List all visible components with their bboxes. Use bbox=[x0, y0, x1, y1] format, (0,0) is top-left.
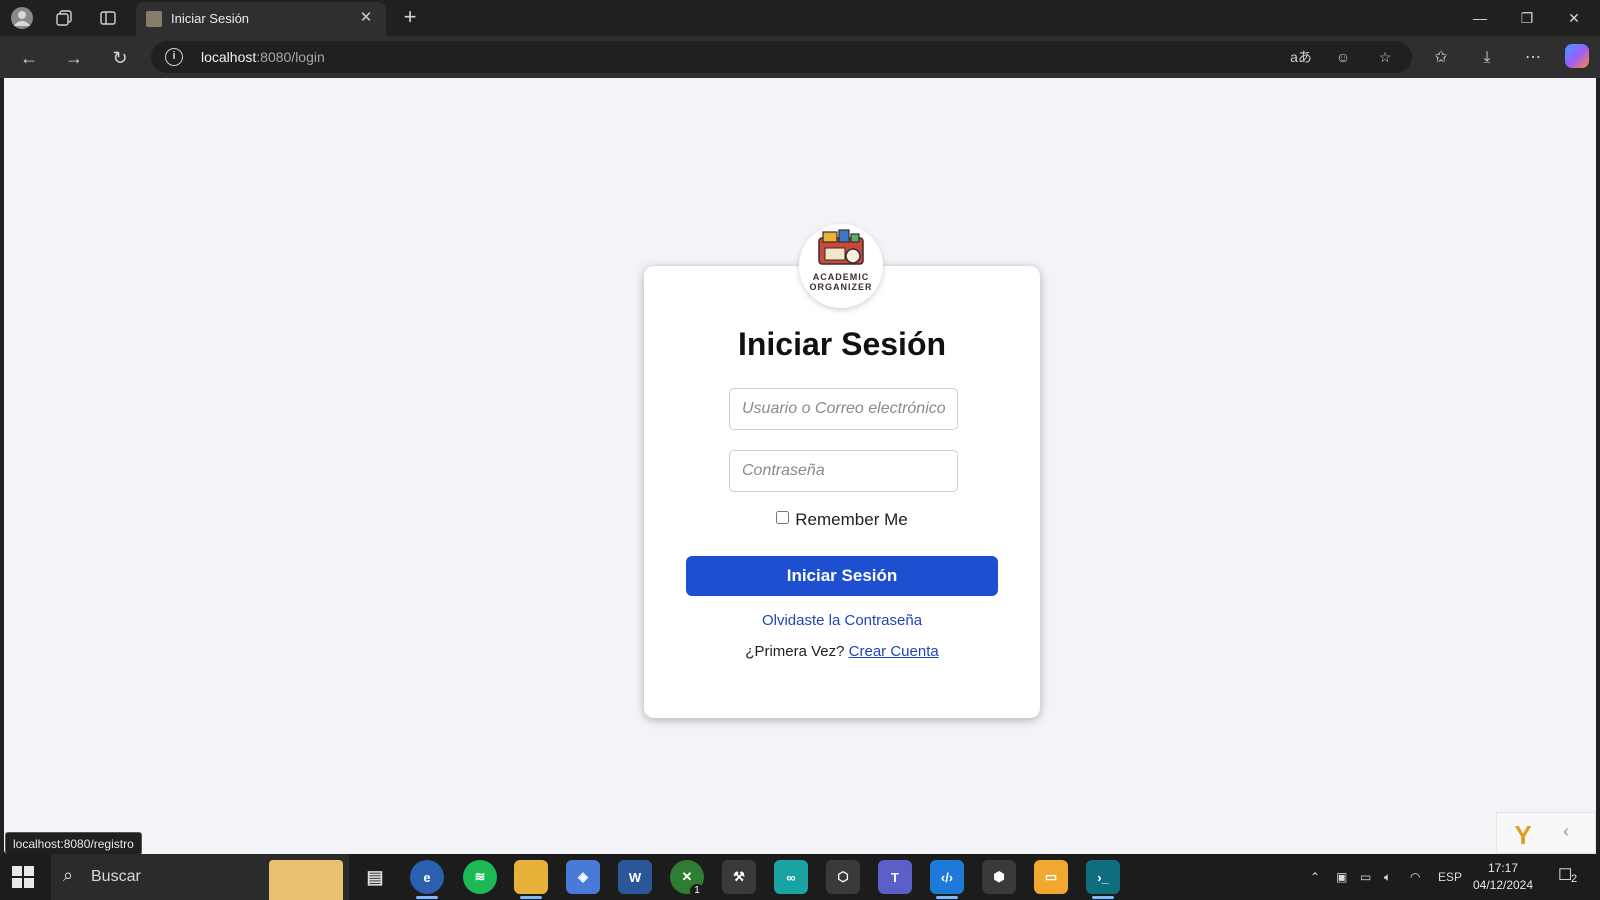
forward-button[interactable]: → bbox=[60, 44, 88, 72]
logo-text-line1: ACADEMIC bbox=[812, 272, 870, 282]
file-explorer-icon[interactable] bbox=[514, 860, 548, 899]
browser-tab-active[interactable]: Iniciar Sesión ✕ bbox=[136, 2, 386, 36]
3d-viewer-icon[interactable]: ◈ bbox=[566, 860, 600, 894]
first-time-row: ¿Primera Vez? Crear Cuenta bbox=[644, 643, 1040, 660]
widget-logo-icon: Y bbox=[1514, 820, 1532, 850]
read-aloud-icon[interactable]: aあ bbox=[1288, 45, 1314, 69]
virtualbox-icon[interactable]: ⬡ bbox=[826, 860, 860, 894]
search-label: Buscar bbox=[91, 868, 141, 885]
remember-me-checkbox[interactable] bbox=[776, 511, 790, 524]
profile-avatar-icon[interactable] bbox=[10, 6, 34, 30]
downloads-icon[interactable]: ⤓ bbox=[1473, 45, 1501, 71]
page-viewport: ACADEMIC ORGANIZER Iniciar Sesión Rememb… bbox=[4, 78, 1596, 854]
edge-sidebar-widget[interactable]: Y ‹ bbox=[1496, 812, 1596, 854]
password-input[interactable] bbox=[729, 450, 958, 492]
create-account-link[interactable]: Crear Cuenta bbox=[849, 643, 939, 660]
spotify-icon[interactable]: ≋ bbox=[463, 860, 497, 894]
tray-overflow-icon[interactable]: ⌃ bbox=[1310, 854, 1320, 900]
reload-button[interactable]: ↻ bbox=[106, 44, 134, 72]
new-tab-button[interactable]: + bbox=[396, 4, 424, 32]
restore-button[interactable]: ❐ bbox=[1507, 4, 1547, 32]
notification-count: 2 bbox=[1571, 873, 1578, 885]
clock-time: 17:17 bbox=[1487, 861, 1519, 875]
taskbar-search-box[interactable]: ⌕ Buscar bbox=[51, 854, 349, 900]
page-title: Iniciar Sesión bbox=[737, 326, 947, 362]
forgot-password-link[interactable]: Olvidaste la Contraseña bbox=[644, 612, 1040, 629]
login-card: ACADEMIC ORGANIZER Iniciar Sesión Rememb… bbox=[644, 224, 1040, 718]
taskbar-clock[interactable]: 17:17 04/12/2024 bbox=[1468, 860, 1538, 894]
vertical-tabs-icon[interactable] bbox=[96, 6, 120, 30]
username-input[interactable] bbox=[729, 388, 958, 430]
remember-me-label: Remember Me bbox=[795, 510, 908, 529]
task-view-icon[interactable]: ▤ bbox=[358, 860, 392, 894]
sticky-notes-icon[interactable]: ▭ bbox=[1034, 860, 1068, 894]
site-info-icon[interactable]: i bbox=[165, 48, 183, 66]
notifications-icon[interactable]: ☐ 2 bbox=[1558, 865, 1584, 889]
browser-toolbar: ← → ↻ i localhost:8080/login aあ ☺ ☆ ✩ ⤓ … bbox=[0, 36, 1600, 78]
logo-text-line2: ORGANIZER bbox=[809, 282, 873, 292]
close-window-button[interactable]: ✕ bbox=[1554, 4, 1594, 32]
favorites-icon[interactable]: ✩ bbox=[1427, 45, 1455, 71]
word-icon[interactable]: W bbox=[618, 860, 652, 894]
login-submit-button[interactable]: Iniciar Sesión bbox=[686, 556, 998, 596]
search-icon: ⌕ bbox=[63, 865, 74, 885]
more-menu-icon[interactable]: ⋯ bbox=[1519, 45, 1547, 71]
cube-app-icon[interactable]: ⬢ bbox=[982, 860, 1016, 894]
first-time-text: ¿Primera Vez? bbox=[745, 643, 845, 660]
tab-favicon-icon bbox=[146, 11, 162, 27]
copilot-icon[interactable] bbox=[1565, 44, 1589, 68]
start-windows-icon[interactable] bbox=[12, 866, 34, 888]
browser-essentials-icon[interactable]: ☺ bbox=[1330, 45, 1356, 69]
back-button[interactable]: ← bbox=[15, 44, 43, 72]
wifi-icon[interactable]: ◠ bbox=[1410, 854, 1420, 900]
language-indicator[interactable]: ESP bbox=[1438, 854, 1462, 900]
chevron-left-icon[interactable]: ‹ bbox=[1563, 821, 1569, 842]
battery-icon[interactable]: ▭ bbox=[1360, 854, 1371, 900]
browser-titlebar: Iniciar Sesión ✕ + — ❐ ✕ bbox=[0, 0, 1600, 36]
xbox-badge: 1 bbox=[690, 884, 704, 898]
url-text[interactable]: localhost:8080/login bbox=[201, 49, 325, 65]
tab-close-icon[interactable]: ✕ bbox=[356, 8, 376, 28]
windows-taskbar: ⌕ Buscar ▤ e ≋ ◈ W ✕ 1 ⚒ ∞ ⬡ T ‹/› ⬢ ▭ ›… bbox=[0, 854, 1600, 900]
edge-browser-icon[interactable]: e bbox=[410, 860, 444, 899]
favorite-star-icon[interactable]: ☆ bbox=[1372, 45, 1398, 69]
tab-title: Iniciar Sesión bbox=[171, 11, 250, 26]
address-bar[interactable]: i localhost:8080/login aあ ☺ ☆ bbox=[151, 41, 1412, 73]
volume-icon[interactable]: 🔈︎ bbox=[1384, 854, 1391, 900]
academic-organizer-logo: ACADEMIC ORGANIZER bbox=[799, 224, 883, 308]
remember-me-row: Remember Me bbox=[644, 510, 1040, 530]
minimize-button[interactable]: — bbox=[1460, 4, 1500, 32]
teams-icon[interactable]: T bbox=[878, 860, 912, 894]
terminal-app-icon[interactable]: ›_ bbox=[1086, 860, 1120, 899]
vscode-icon[interactable]: ‹/› bbox=[930, 860, 964, 899]
meet-now-icon[interactable]: ▣ bbox=[1336, 854, 1347, 900]
search-highlight-illustration-icon bbox=[269, 860, 343, 900]
collections-icon[interactable] bbox=[52, 6, 76, 30]
clock-date: 04/12/2024 bbox=[1472, 878, 1534, 892]
arduino-icon[interactable]: ∞ bbox=[774, 860, 808, 894]
tools-icon[interactable]: ⚒ bbox=[722, 860, 756, 894]
link-status-tooltip: localhost:8080/registro bbox=[5, 832, 142, 855]
